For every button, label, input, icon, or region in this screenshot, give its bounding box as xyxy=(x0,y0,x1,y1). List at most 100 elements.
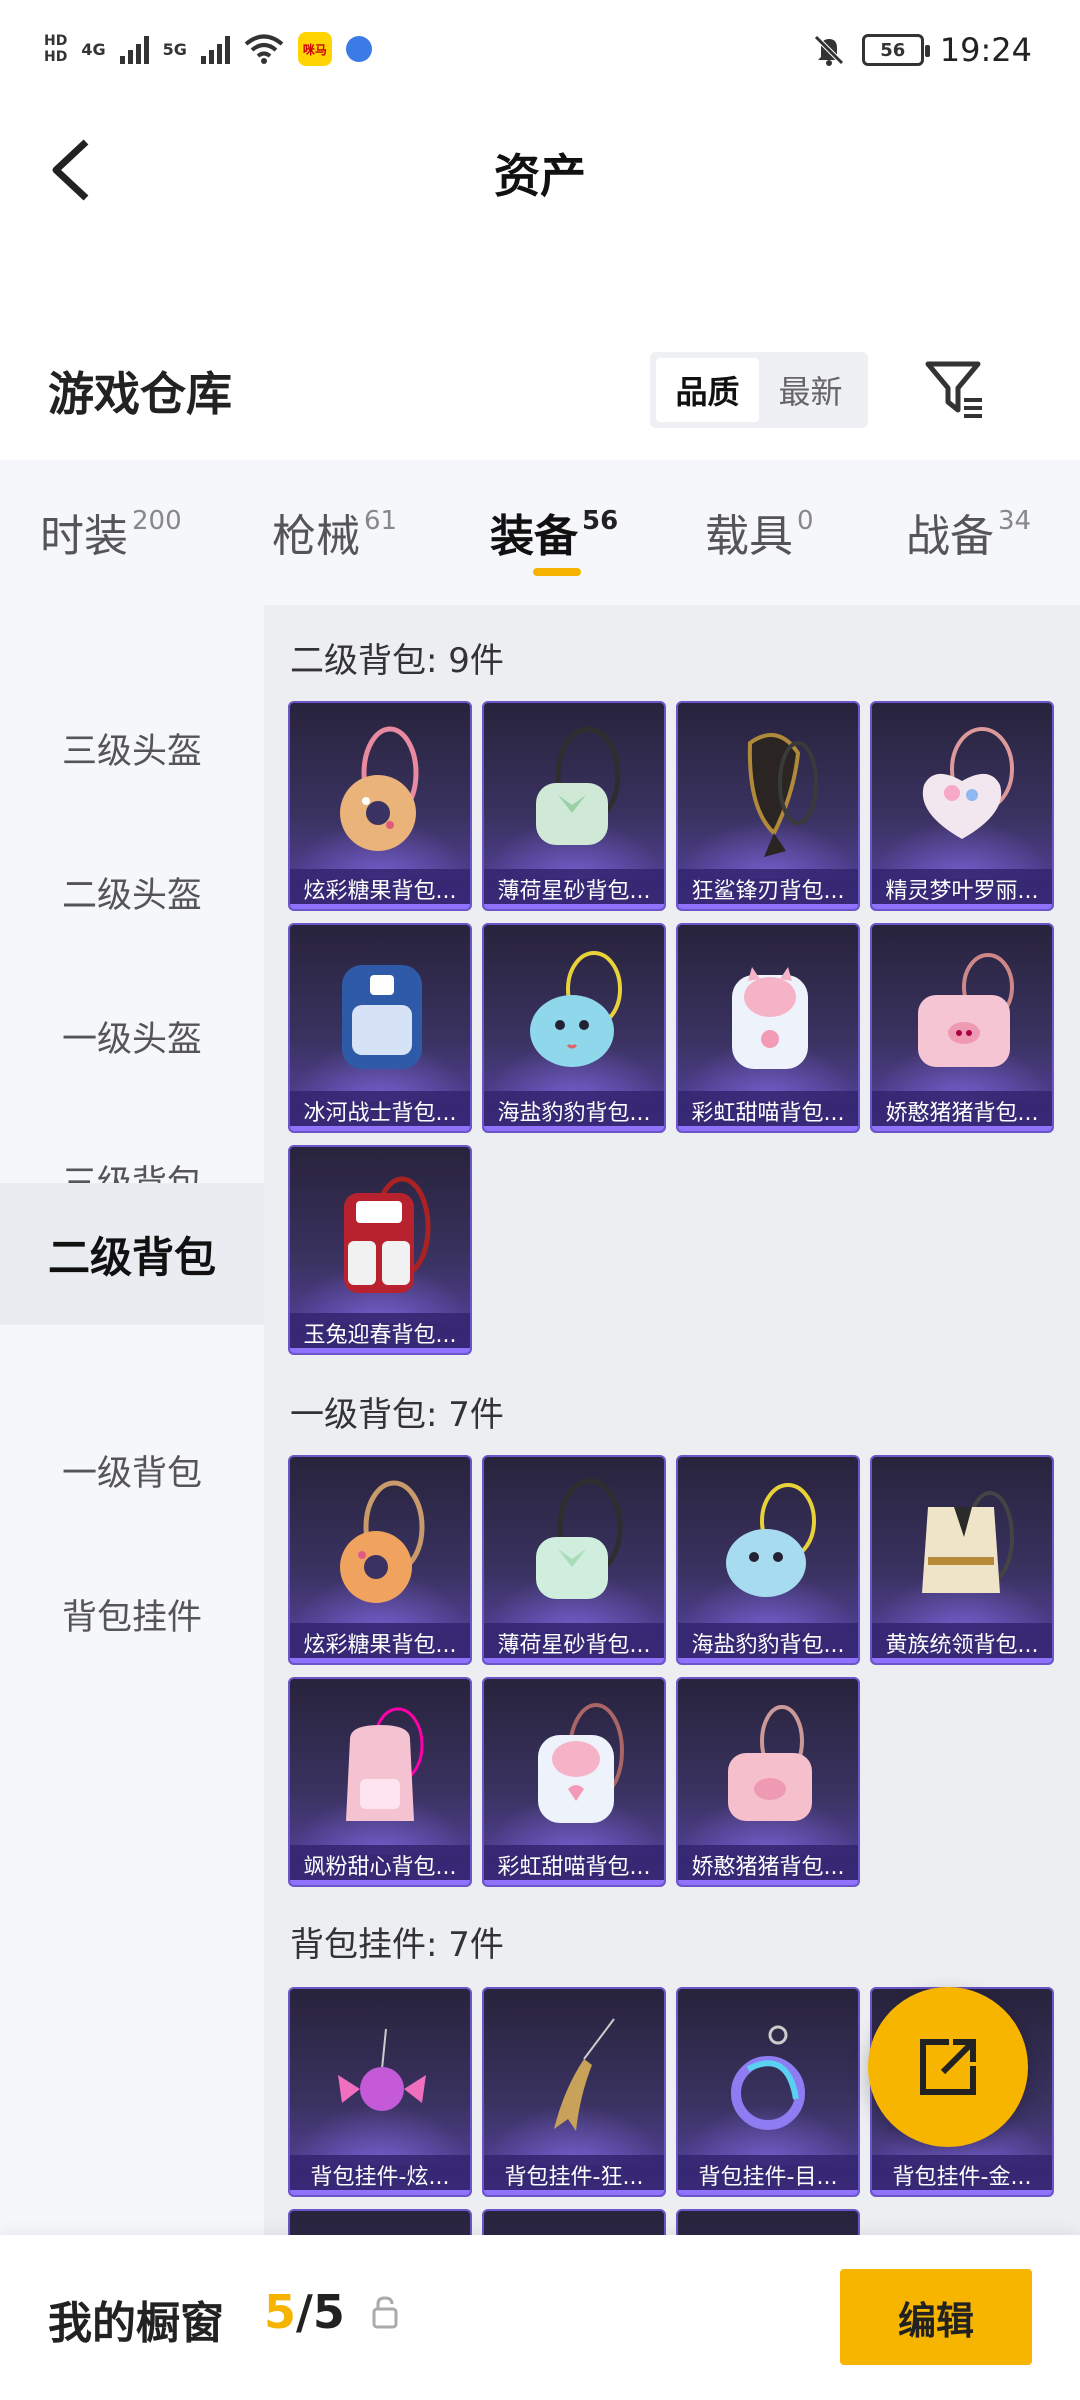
item-name: 背包挂件-目... xyxy=(678,2155,858,2195)
item-card[interactable]: 薄荷星砂背包... xyxy=(482,1455,666,1665)
item-card[interactable]: 背包挂件-狂... xyxy=(482,1987,666,2197)
item-card[interactable]: 海盐豹豹背包... xyxy=(676,1455,860,1665)
sort-quality-option[interactable]: 品质 xyxy=(656,358,759,422)
tab-vehicles-count: 0 xyxy=(797,506,814,536)
section-title-level1-backpack: 一级背包: 7件 xyxy=(290,1395,504,1435)
ice-warrior-backpack-icon xyxy=(342,965,422,1069)
showcase-count-separator: / xyxy=(296,2285,313,2339)
item-name: 玉兔迎春背包... xyxy=(290,1313,470,1353)
status-bar: HD HD 4G 5G 咪马 56 19:24 xyxy=(0,0,1080,100)
item-card[interactable]: 狂鲨锋刃背包... xyxy=(676,701,860,911)
armored-backpack-icon xyxy=(922,1491,1014,1593)
item-name: 黄族统领背包... xyxy=(872,1623,1052,1663)
heart-backpack-icon xyxy=(922,727,1014,839)
sidebar-item-level1-helmet[interactable]: 一级头盔 xyxy=(0,965,264,1107)
sidebar: 三级头盔 二级头盔 一级头盔 三级背包 二级背包 一级背包 背包挂件 xyxy=(0,605,264,2235)
item-card[interactable]: 炫彩糖果背包... xyxy=(288,1455,472,1665)
hd-top-label: HD xyxy=(44,33,68,49)
item-card[interactable]: 精灵梦叶罗丽... xyxy=(870,701,1054,911)
battery-icon: 56 xyxy=(861,34,930,66)
hd-bottom-label: HD xyxy=(44,49,68,65)
sidebar-item-level2-backpack[interactable]: 二级背包 xyxy=(0,1183,264,1325)
showcase-count-total: 5 xyxy=(312,2285,345,2339)
mute-bell-icon xyxy=(814,35,844,66)
item-card[interactable]: 飒粉甜心背包... xyxy=(288,1677,472,1887)
item-card[interactable]: 彩虹甜喵背包... xyxy=(676,923,860,1133)
item-card[interactable]: 彩虹甜喵背包... xyxy=(482,1677,666,1887)
edit-button[interactable]: 编辑 xyxy=(840,2269,1032,2365)
showcase-label: 我的橱窗 xyxy=(48,2298,224,2349)
item-name: 冰河战士背包... xyxy=(290,1091,470,1131)
mint-backpack-icon xyxy=(536,1478,623,1599)
browser-notification-icon xyxy=(345,36,372,62)
hd-indicator: HD HD xyxy=(44,33,67,65)
pig-backpack-icon xyxy=(728,1705,812,1821)
sort-newest-option[interactable]: 最新 xyxy=(759,358,862,422)
filter-icon xyxy=(925,361,982,418)
rainbow-cat-backpack-icon xyxy=(732,967,808,1069)
pink-sweet-backpack-icon xyxy=(346,1707,424,1821)
item-card[interactable] xyxy=(482,2209,666,2235)
item-name: 炫彩糖果背包... xyxy=(290,869,470,909)
signal-icon xyxy=(119,34,149,64)
item-card[interactable]: 海盐豹豹背包... xyxy=(482,923,666,1133)
item-name: 薄荷星砂背包... xyxy=(484,1623,664,1663)
sidebar-item-level3-helmet[interactable]: 三级头盔 xyxy=(0,677,264,819)
seal-backpack-icon xyxy=(726,1483,816,1597)
donut-backpack-icon xyxy=(340,1480,425,1603)
sort-toggle: 品质 最新 xyxy=(650,352,868,428)
tab-tactical-label: 战备 xyxy=(906,511,994,562)
item-card[interactable]: 背包挂件-炫... xyxy=(288,1987,472,2197)
item-name: 彩虹甜喵背包... xyxy=(678,1091,858,1131)
clock-time: 19:24 xyxy=(939,31,1032,69)
candy-charm-icon xyxy=(338,2028,426,2111)
item-name: 背包挂件-金... xyxy=(872,2155,1052,2195)
item-card[interactable]: 炫彩糖果背包... xyxy=(288,701,472,911)
item-name: 背包挂件-狂... xyxy=(484,2155,664,2195)
wifi-icon xyxy=(244,34,284,64)
item-card[interactable] xyxy=(676,2209,860,2235)
sidebar-item-backpack-charm[interactable]: 背包挂件 xyxy=(0,1543,264,1685)
shark-backpack-icon xyxy=(747,733,818,857)
item-card[interactable]: 薄荷星砂背包... xyxy=(482,701,666,911)
sidebar-item-level2-helmet[interactable]: 二级头盔 xyxy=(0,821,264,963)
item-card[interactable]: 娇憨猪猪背包... xyxy=(676,1677,860,1887)
tab-vehicles[interactable]: 载具 0 xyxy=(705,500,814,564)
item-name: 精灵梦叶罗丽... xyxy=(872,869,1052,909)
section-title-backpack-charm: 背包挂件: 7件 xyxy=(290,1925,504,1965)
item-card[interactable]: 背包挂件-目... xyxy=(676,1987,860,2197)
seal-backpack-icon xyxy=(530,951,622,1067)
item-name: 彩虹甜喵背包... xyxy=(484,1845,664,1885)
section-title-level2-backpack: 二级背包: 9件 xyxy=(290,641,504,681)
tab-equipment-count: 56 xyxy=(582,506,619,536)
tab-tactical-count: 34 xyxy=(998,506,1032,536)
item-name: 背包挂件-炫... xyxy=(290,2155,470,2195)
app-root: { "status_bar": { "hd_top": "HD", "hd_bo… xyxy=(0,0,1080,2400)
tab-tactical[interactable]: 战备 34 xyxy=(906,500,1031,564)
tab-fashion-count: 200 xyxy=(132,506,182,536)
tab-weapons-count: 61 xyxy=(364,506,398,536)
tab-fashion[interactable]: 时装 200 xyxy=(40,500,182,564)
lock-icon xyxy=(372,2296,398,2329)
item-card[interactable]: 黄族统领背包... xyxy=(870,1455,1054,1665)
item-card[interactable]: 娇憨猪猪背包... xyxy=(870,923,1054,1133)
mint-backpack-icon xyxy=(536,726,621,845)
item-name: 海盐豹豹背包... xyxy=(484,1091,664,1131)
tab-weapons-label: 枪械 xyxy=(272,511,360,562)
item-card[interactable]: 冰河战士背包... xyxy=(288,923,472,1133)
tab-equipment-label: 装备 xyxy=(490,511,578,562)
share-button[interactable] xyxy=(868,1987,1028,2147)
tab-equipment[interactable]: 装备 56 xyxy=(490,500,618,564)
donut-backpack-icon xyxy=(340,726,419,851)
sidebar-item-level1-backpack[interactable]: 一级背包 xyxy=(0,1399,264,1541)
item-card[interactable] xyxy=(288,2209,472,2235)
item-name: 炫彩糖果背包... xyxy=(290,1623,470,1663)
title-bar: 资产 xyxy=(0,100,1080,240)
tab-weapons[interactable]: 枪械 61 xyxy=(272,500,397,564)
item-name: 飒粉甜心背包... xyxy=(290,1845,470,1885)
rabbit-backpack-icon xyxy=(344,1176,431,1293)
rainbow-cat-backpack-icon xyxy=(538,1703,624,1823)
filter-button[interactable] xyxy=(922,356,988,422)
showcase-count-current: 5 xyxy=(264,2285,297,2339)
item-card[interactable]: 玉兔迎春背包... xyxy=(288,1145,472,1355)
